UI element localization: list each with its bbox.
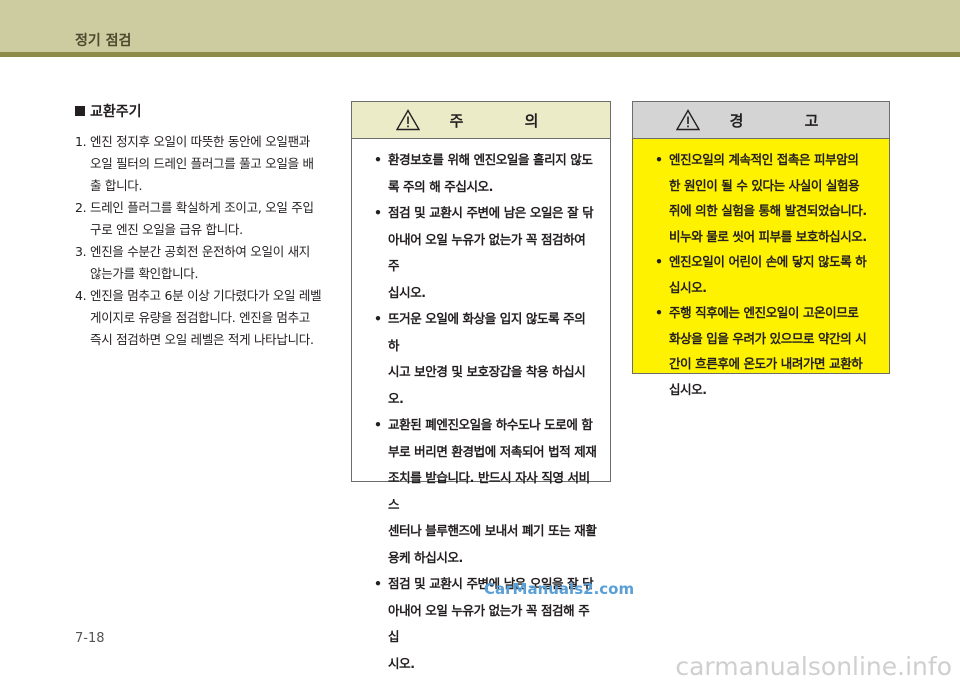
warning-line: 십시오. — [669, 279, 707, 295]
header-band — [0, 0, 960, 52]
section-heading: 교환주기 — [75, 101, 340, 121]
caution-item: • 점검 및 교환시 주변에 남은 오일은 잘 닦 아내어 오일 누유가 없는가… — [374, 200, 598, 306]
caution-header: 주 의 — [352, 102, 610, 139]
procedure-section: 교환주기 1. 엔진 정지후 오일이 따뜻한 동안에 오일팬과 오일 필터의 드… — [75, 101, 340, 351]
footer-watermark: carmanualsonline.info — [675, 652, 952, 681]
caution-line: 용케 하십시오. — [388, 549, 463, 565]
warning-line: 십시오. — [669, 381, 707, 397]
step-number: 2. — [75, 200, 87, 215]
step-number: 1. — [75, 134, 87, 149]
warning-line: 화상을 입을 우려가 있으므로 약간의 시 — [669, 330, 867, 346]
warning-list: • 엔진오일의 계속적인 접촉은 피부암의 한 원인이 될 수 있다는 사실이 … — [633, 139, 889, 402]
step-line: 않는가를 확인합니다. — [90, 266, 199, 281]
warning-line: 비누와 물로 씻어 피부를 보호하십시오. — [669, 228, 867, 244]
warning-title: 경 고 — [729, 111, 847, 130]
caution-line: 시고 보안경 및 보호장갑을 착용 하십시오. — [388, 364, 586, 406]
step-item: 4. 엔진을 멈추고 6분 이상 기다렸다가 오일 레벨 게이지로 유량을 점검… — [75, 285, 340, 351]
step-number: 4. — [75, 288, 87, 303]
step-item: 3. 엔진을 수분간 공회전 운전하여 오일이 새지 않는가를 확인합니다. — [75, 241, 340, 285]
caution-item: • 교환된 폐엔진오일을 하수도나 도로에 함 부로 버리면 환경법에 저촉되어… — [374, 412, 598, 571]
warning-line: 쥐에 의한 실험을 통해 발견되었습니다. — [669, 203, 867, 218]
bullet-icon: • — [655, 152, 663, 167]
step-item: 1. 엔진 정지후 오일이 따뜻한 동안에 오일팬과 오일 필터의 드레인 플러… — [75, 131, 340, 197]
caution-line: 록 주의 해 주십시오. — [388, 178, 494, 194]
watermark-link[interactable]: CarManuals2.com — [484, 580, 634, 598]
step-line: 엔진을 수분간 공회전 운전하여 오일이 새지 — [90, 244, 310, 259]
step-line: 게이지로 유량을 점검합니다. 엔진을 멈추고 — [90, 310, 310, 325]
warning-line: 한 원인이 될 수 있다는 사실이 실험용 — [669, 177, 860, 193]
page-number: 7-18 — [75, 631, 105, 646]
bullet-icon: • — [655, 305, 663, 320]
caution-line: 환경보호를 위해 엔진오일을 흘리지 않도 — [388, 152, 593, 167]
step-line: 오일 필터의 드레인 플러그를 풀고 오일을 배 — [90, 156, 314, 171]
step-number: 3. — [75, 244, 87, 259]
caution-line: 점검 및 교환시 주변에 남은 오일은 잘 닦 — [388, 205, 594, 220]
caution-line: 아내어 오일 누유가 없는가 꼭 점검해 주십 — [388, 602, 590, 645]
step-line: 엔진 정지후 오일이 따뜻한 동안에 오일팬과 — [90, 134, 310, 149]
warning-line: 엔진오일의 계속적인 접촉은 피부암의 — [669, 152, 859, 167]
warning-triangle-icon — [675, 109, 700, 131]
bullet-icon: • — [374, 417, 382, 432]
warning-line: 간이 흐른후에 온도가 내려가면 교환하 — [669, 356, 863, 371]
caution-line: 교환된 폐엔진오일을 하수도나 도로에 함 — [388, 417, 593, 432]
caution-line: 시오. — [388, 655, 415, 671]
header-divider — [0, 52, 960, 57]
caution-line: 십시오. — [388, 284, 426, 300]
bullet-icon: • — [374, 152, 382, 167]
warning-box: 경 고 • 엔진오일의 계속적인 접촉은 피부암의 한 원인이 될 수 있다는 … — [632, 101, 890, 397]
warning-triangle-icon — [395, 109, 420, 131]
warning-line: 주행 직후에는 엔진오일이 고온이므로 — [669, 305, 859, 320]
square-bullet-icon — [75, 106, 85, 116]
bullet-icon: • — [374, 311, 382, 326]
step-line: 엔진을 멈추고 6분 이상 기다렸다가 오일 레벨 — [90, 288, 322, 303]
bullet-icon: • — [374, 205, 382, 220]
step-item: 2. 드레인 플러그를 확실하게 조이고, 오일 주입 구로 엔진 오일을 급유… — [75, 197, 340, 241]
caution-line: 조치를 받습니다. 반드시 자사 직영 서비스 — [388, 470, 590, 512]
caution-line: 뜨거운 오일에 화상을 입지 않도록 주의 하 — [388, 311, 586, 353]
warning-line: 엔진오일이 어린이 손에 닿지 않도록 하 — [669, 254, 867, 269]
step-list: 1. 엔진 정지후 오일이 따뜻한 동안에 오일팬과 오일 필터의 드레인 플러… — [75, 131, 340, 351]
section-heading-text: 교환주기 — [90, 104, 142, 120]
caution-line: 부로 버리면 환경법에 저촉되어 법적 제재 — [388, 443, 597, 459]
step-line: 즉시 점검하면 오일 레벨은 적게 나타납니다. — [90, 332, 314, 347]
caution-box: 주 의 • 환경보호를 위해 엔진오일을 흘리지 않도 록 주의 해 주십시오.… — [351, 101, 611, 671]
caution-line: 센터나 블루핸즈에 보내서 폐기 또는 재활 — [388, 523, 597, 538]
warning-item: • 엔진오일이 어린이 손에 닿지 않도록 하 십시오. — [655, 249, 877, 300]
caution-item: • 환경보호를 위해 엔진오일을 흘리지 않도 록 주의 해 주십시오. — [374, 147, 598, 200]
warning-item: • 엔진오일의 계속적인 접촉은 피부암의 한 원인이 될 수 있다는 사실이 … — [655, 147, 877, 249]
caution-line: 아내어 오일 누유가 없는가 꼭 점검하여 주 — [388, 231, 586, 274]
bullet-icon: • — [655, 254, 663, 269]
warning-item: • 주행 직후에는 엔진오일이 고온이므로 화상을 입을 우려가 있으므로 약간… — [655, 300, 877, 402]
step-line: 드레인 플러그를 확실하게 조이고, 오일 주입 — [90, 200, 314, 215]
page-title: 정기 점검 — [75, 33, 132, 49]
bullet-icon: • — [374, 576, 382, 591]
step-line: 구로 엔진 오일을 급유 합니다. — [90, 222, 243, 237]
warning-header: 경 고 — [633, 102, 889, 139]
caution-item: • 뜨거운 오일에 화상을 입지 않도록 주의 하 시고 보안경 및 보호장갑을… — [374, 306, 598, 412]
caution-title: 주 의 — [449, 111, 567, 130]
step-line: 출 합니다. — [90, 178, 143, 193]
